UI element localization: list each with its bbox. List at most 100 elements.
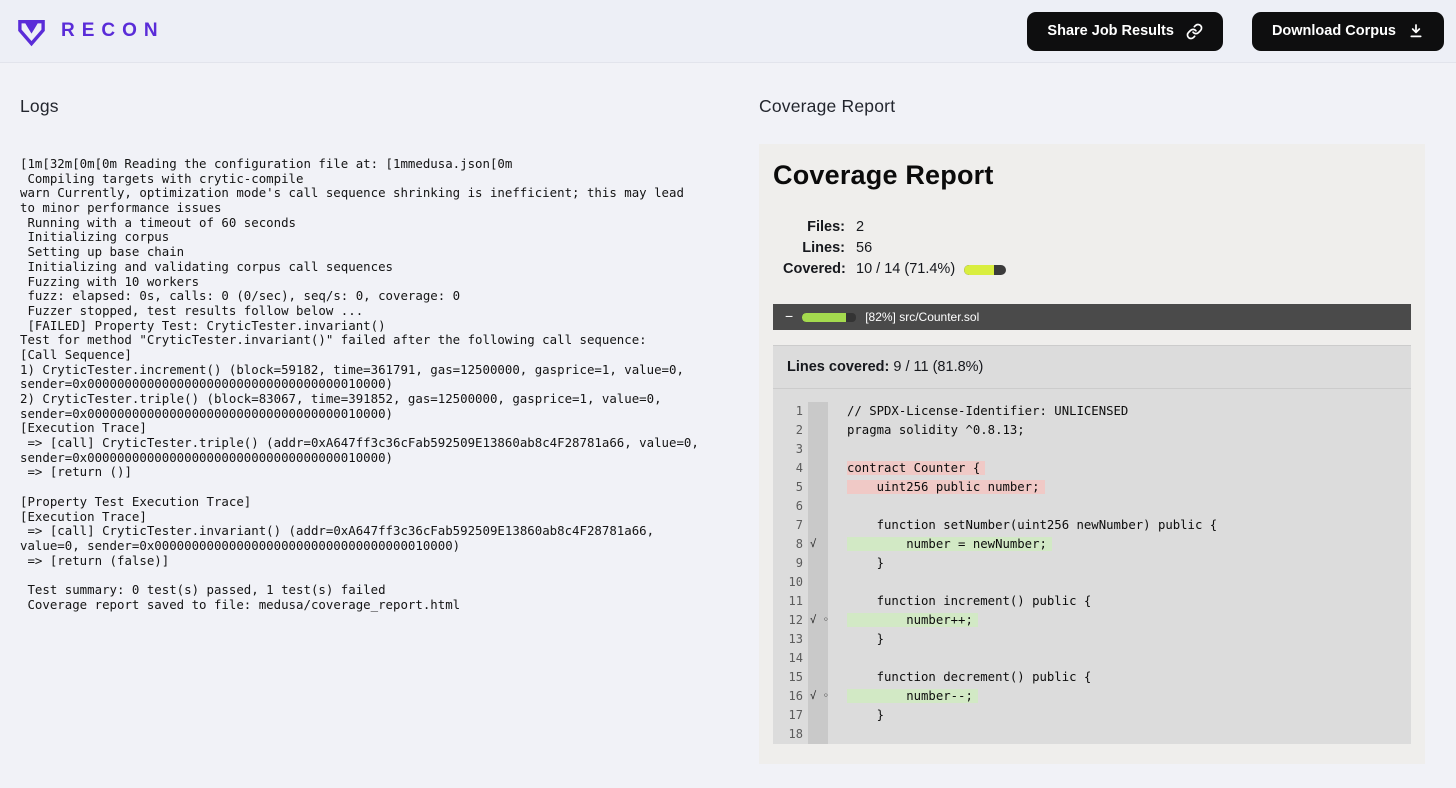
code-line: 1 // SPDX-License-Identifier: UNLICENSED [773, 402, 1411, 421]
lines-covered-label: Lines covered: [787, 359, 890, 375]
log-output: [1m[32m[0m[0m Reading the configuration … [20, 156, 699, 612]
code-line: 5 uint256 public number; [773, 478, 1411, 497]
source-text [828, 440, 847, 459]
source-text: number--; [828, 687, 978, 706]
source-text [828, 725, 847, 744]
code-line: 16 √ ◦ number--; [773, 687, 1411, 706]
covered-check-icon: √ ◦ [808, 611, 829, 630]
top-navbar: RECON Share Job Results Download Corpus [0, 0, 1456, 63]
coverage-card-title: Coverage Report [773, 160, 994, 190]
coverage-stats: Files: 2 Lines: 56 Covered: 10 / 14 (71.4%) [783, 217, 1411, 280]
gutter-strip [808, 725, 828, 744]
covered-check-icon: √ [808, 535, 828, 554]
source-text [828, 497, 847, 516]
gutter-strip [808, 459, 828, 478]
recon-shield-icon [18, 19, 45, 46]
brand-logo[interactable]: RECON [16, 16, 165, 47]
gutter-strip [808, 649, 828, 668]
lines-covered-summary: Lines covered: 9 / 11 (81.8%) [773, 345, 1411, 389]
lines-covered-value: 9 / 11 (81.8%) [893, 359, 984, 375]
code-line: 3 [773, 440, 1411, 459]
source-text: } [847, 556, 885, 570]
line-number: 3 [795, 442, 803, 456]
logs-title: Logs [20, 96, 59, 116]
source-code-listing: 1 // SPDX-License-Identifier: UNLICENSED 2… [773, 389, 1411, 744]
code-line: 11 function increment() public { [773, 592, 1411, 611]
source-text: uint256 public number; [828, 478, 1045, 497]
gutter-strip [808, 573, 828, 592]
source-text: function decrement() public { [847, 670, 1092, 684]
file-coverage-label: [82%] src/Counter.sol [865, 310, 980, 324]
line-number: 13 [788, 632, 803, 646]
gutter-strip [808, 592, 828, 611]
line-number: 4 [795, 461, 803, 475]
source-text: contract Counter { [828, 459, 986, 478]
code-line: 6 [773, 497, 1411, 516]
gutter-strip [808, 478, 828, 497]
line-number: 2 [795, 423, 803, 437]
logs-panel: Logs [1m[32m[0m[0m Reading the configura… [20, 96, 725, 764]
covered-progress-bar [964, 264, 1007, 275]
code-line: 13 } [773, 630, 1411, 649]
source-text: function setNumber(uint256 newNumber) pu… [847, 518, 1218, 532]
source-text: number = newNumber; [828, 535, 1052, 554]
code-line: 9 } [773, 554, 1411, 573]
source-text [828, 649, 847, 668]
gutter-strip [808, 668, 828, 687]
gutter-strip [808, 554, 828, 573]
line-number: 8 [795, 537, 803, 551]
code-line: 14 [773, 649, 1411, 668]
line-number: 16 [788, 689, 803, 703]
stats-label: Covered: [783, 261, 846, 277]
code-line: 17 } [773, 706, 1411, 725]
line-number: 12 [788, 613, 803, 627]
line-number: 14 [788, 651, 803, 665]
stats-value: 2 [856, 219, 865, 235]
stats-row: Files: 2 [783, 217, 1411, 238]
download-corpus-label: Download Corpus [1271, 23, 1396, 39]
code-line: 8 √ number = newNumber; [773, 535, 1411, 554]
coverage-section-title: Coverage Report [759, 96, 896, 116]
source-text: function increment() public { [847, 594, 1092, 608]
brand-name: RECON [61, 20, 165, 41]
nav-actions: Share Job Results Download Corpus [1027, 11, 1444, 51]
stats-row: Lines: 56 [783, 238, 1411, 259]
file-coverage-body: Lines covered: 9 / 11 (81.8%) 1 // SPDX-L… [773, 345, 1411, 744]
coverage-report-card: Coverage Report Files: 2 Lines: 56 Covered: 1… [759, 144, 1425, 764]
share-job-results-label: Share Job Results [1047, 23, 1174, 39]
line-number: 15 [788, 670, 803, 684]
line-number: 9 [795, 556, 803, 570]
code-line: 7 function setNumber(uint256 newNumber) … [773, 516, 1411, 535]
stats-label: Lines: [802, 240, 845, 256]
gutter-strip [808, 402, 828, 421]
source-text: pragma solidity ^0.8.13; [847, 423, 1025, 437]
gutter-strip [808, 706, 828, 725]
download-corpus-button[interactable]: Download Corpus [1251, 11, 1444, 51]
code-line: 4 contract Counter { [773, 459, 1411, 478]
line-number: 7 [795, 518, 803, 532]
line-number: 1 [795, 404, 803, 418]
source-text: } [847, 632, 885, 646]
gutter-strip [808, 497, 828, 516]
gutter-strip [808, 440, 828, 459]
line-number: 18 [788, 727, 803, 741]
code-line: 2 pragma solidity ^0.8.13; [773, 421, 1411, 440]
line-number: 5 [795, 480, 803, 494]
stats-value: 10 / 14 (71.4%) [856, 259, 1007, 280]
main-content: Logs [1m[32m[0m[0m Reading the configura… [0, 63, 1456, 764]
stats-row: Covered: 10 / 14 (71.4%) [783, 259, 1411, 280]
line-number: 10 [788, 575, 803, 589]
line-number: 17 [788, 708, 803, 722]
gutter-strip [808, 421, 828, 440]
covered-check-icon: √ ◦ [808, 687, 829, 706]
download-icon [1410, 24, 1422, 38]
source-text [828, 573, 847, 592]
line-number: 11 [788, 594, 803, 608]
share-job-results-button[interactable]: Share Job Results [1027, 11, 1223, 51]
source-text: // SPDX-License-Identifier: UNLICENSED [847, 404, 1129, 418]
gutter-strip [808, 630, 828, 649]
link-icon [1186, 23, 1203, 39]
stats-label: Files: [807, 219, 845, 235]
file-coverage-header[interactable]: − [82%] src/Counter.sol [773, 304, 1411, 330]
collapse-icon[interactable]: − [785, 309, 793, 323]
